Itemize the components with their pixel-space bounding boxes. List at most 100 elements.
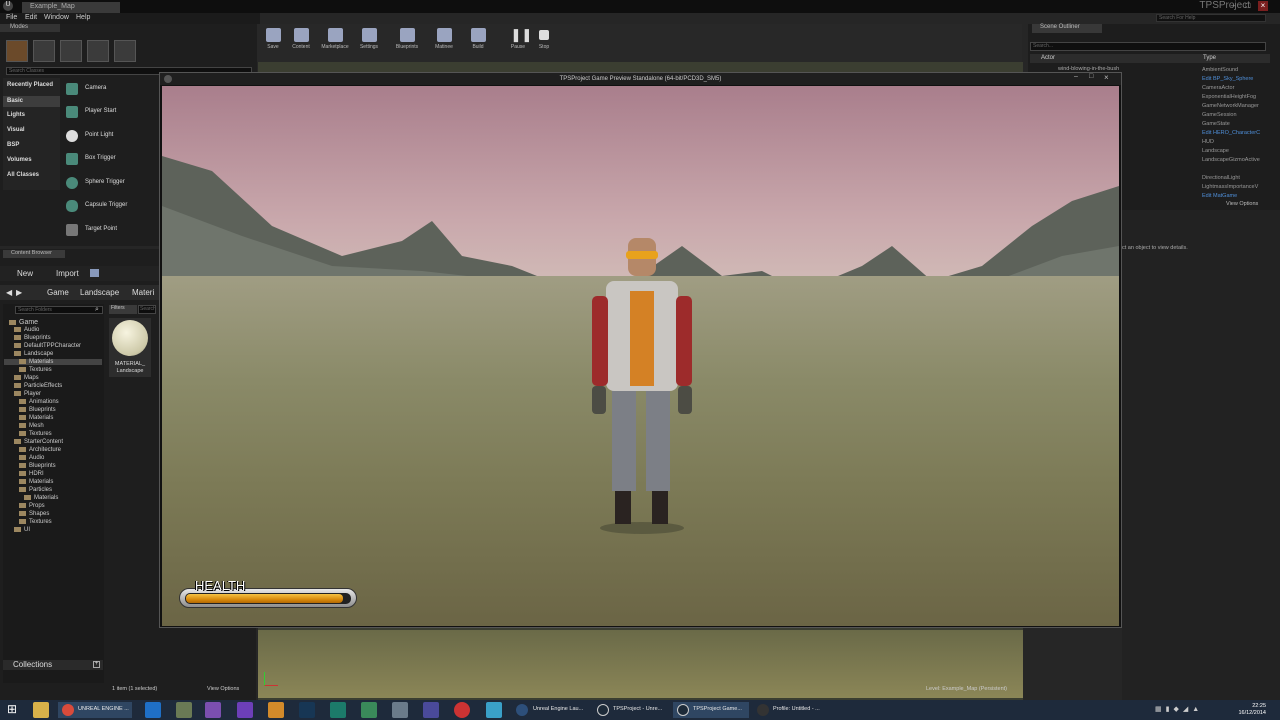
- place-player-start[interactable]: Player Start: [66, 104, 158, 122]
- category-recently-placed[interactable]: Recently Placed: [7, 82, 53, 88]
- category-lights[interactable]: Lights: [7, 112, 25, 118]
- marketplace-button[interactable]: Marketplace: [318, 28, 352, 60]
- category-bsp[interactable]: BSP: [7, 142, 19, 148]
- import-button[interactable]: Import: [56, 269, 79, 278]
- app-icon[interactable]: [176, 702, 192, 718]
- outliner-search-input[interactable]: Search...: [1030, 42, 1266, 51]
- file-explorer-icon[interactable]: [33, 702, 49, 718]
- folder-item[interactable]: Props: [19, 503, 45, 509]
- settings-button[interactable]: Settings: [354, 28, 384, 60]
- visual-studio-icon[interactable]: [237, 702, 253, 718]
- folder-item[interactable]: Materials: [24, 495, 58, 501]
- folder-item[interactable]: UI: [14, 527, 30, 533]
- start-icon[interactable]: ⊞: [4, 702, 20, 718]
- actor-column[interactable]: Actor: [1041, 55, 1055, 61]
- app-icon[interactable]: [454, 702, 470, 718]
- back-icon[interactable]: ◀: [6, 288, 12, 297]
- app-icon[interactable]: [361, 702, 377, 718]
- folder-item[interactable]: StarterContent: [14, 439, 63, 445]
- outliner-view-options[interactable]: View Options: [1226, 201, 1258, 207]
- app-icon[interactable]: [330, 702, 346, 718]
- geometry-mode-icon[interactable]: [114, 40, 136, 62]
- landscape-mode-icon[interactable]: [60, 40, 82, 62]
- category-volumes[interactable]: Volumes: [7, 157, 32, 163]
- asset-search-input[interactable]: Search: [138, 305, 156, 314]
- folder-item[interactable]: Blueprints: [14, 335, 51, 341]
- folder-item[interactable]: Player: [14, 391, 41, 397]
- photoshop-icon[interactable]: [299, 702, 315, 718]
- visual-studio-icon[interactable]: [205, 702, 221, 718]
- menu-edit[interactable]: Edit: [25, 14, 37, 21]
- content-button[interactable]: Content: [286, 28, 316, 60]
- folder-item[interactable]: Materials: [19, 415, 53, 421]
- crumb-game[interactable]: Game: [47, 288, 69, 297]
- game-minimize-icon[interactable]: –: [1074, 73, 1078, 80]
- system-tray-icons[interactable]: ▦▮◆◢▲: [1155, 705, 1215, 715]
- menu-help[interactable]: Help: [76, 14, 90, 21]
- folder-item[interactable]: Mesh: [19, 423, 44, 429]
- minimize-icon[interactable]: –: [1228, 1, 1238, 11]
- app-icon[interactable]: [423, 702, 439, 718]
- place-camera[interactable]: Camera: [66, 81, 158, 99]
- maximize-icon[interactable]: □: [1243, 1, 1253, 11]
- folder-item[interactable]: Animations: [19, 399, 59, 405]
- type-column[interactable]: Type: [1203, 55, 1216, 61]
- folder-item[interactable]: Architecture: [19, 447, 61, 453]
- paint-icon[interactable]: [268, 702, 284, 718]
- menu-file[interactable]: File: [6, 14, 17, 21]
- place-sphere-trigger[interactable]: Sphere Trigger: [66, 175, 158, 193]
- new-button[interactable]: New: [17, 269, 33, 278]
- save-all-icon[interactable]: [90, 269, 99, 277]
- cb-view-options[interactable]: View Options: [207, 686, 239, 692]
- document-tab[interactable]: Example_Map: [22, 2, 120, 13]
- hero-character[interactable]: [582, 236, 702, 536]
- folder-item[interactable]: ParticleEffects: [14, 383, 62, 389]
- place-point-light[interactable]: Point Light: [66, 128, 158, 146]
- folder-item[interactable]: Particles: [19, 487, 52, 493]
- collections-header[interactable]: Collections: [3, 660, 103, 670]
- modes-tab[interactable]: Modes: [0, 24, 60, 32]
- game-preview-window[interactable]: TPSProject Game Preview Standalone (64-b…: [159, 72, 1122, 628]
- folder-item[interactable]: Audio: [14, 327, 39, 333]
- clock[interactable]: 22:25 16/12/2014: [1238, 703, 1266, 717]
- folder-item[interactable]: Maps: [14, 375, 39, 381]
- search-icon[interactable]: ⌕: [95, 306, 99, 314]
- help-search-input[interactable]: Search For Help: [1156, 14, 1266, 22]
- build-button[interactable]: Build: [463, 28, 493, 60]
- crumb-landscape[interactable]: Landscape: [80, 288, 119, 297]
- material-thumbnail[interactable]: [112, 320, 148, 356]
- folder-search-input[interactable]: Search Folders: [15, 306, 103, 314]
- save-button[interactable]: Save: [258, 28, 288, 60]
- game-close-icon[interactable]: ×: [1104, 73, 1109, 82]
- outliner-type-link[interactable]: Edit MatGame: [1202, 193, 1268, 199]
- game-scene[interactable]: HEALTH: [162, 86, 1119, 626]
- menu-window[interactable]: Window: [44, 14, 69, 21]
- folder-item[interactable]: Textures: [19, 519, 52, 525]
- folder-item[interactable]: Landscape: [14, 351, 53, 357]
- outliner-type-link[interactable]: Edit BP_Sky_Sphere: [1202, 76, 1268, 82]
- game-maximize-icon[interactable]: □: [1089, 73, 1093, 80]
- folder-item[interactable]: HDRI: [19, 471, 44, 477]
- category-all-classes[interactable]: All Classes: [7, 172, 39, 178]
- add-collection-icon[interactable]: +: [93, 661, 100, 668]
- content-browser-tab[interactable]: Content Browser: [3, 250, 65, 258]
- folder-item[interactable]: Blueprints: [19, 407, 56, 413]
- place-target-point[interactable]: Target Point: [66, 222, 158, 240]
- outliner-type-link[interactable]: Edit HERO_CharacterC: [1202, 130, 1268, 136]
- paint-mode-icon[interactable]: [33, 40, 55, 62]
- folder-item[interactable]: Shapes: [19, 511, 49, 517]
- foliage-mode-icon[interactable]: [87, 40, 109, 62]
- place-mode-icon[interactable]: [6, 40, 28, 62]
- crumb-materials[interactable]: Materi: [132, 288, 154, 297]
- category-visual[interactable]: Visual: [7, 127, 25, 133]
- folder-item-selected[interactable]: Materials: [4, 359, 102, 366]
- app-icon[interactable]: [392, 702, 408, 718]
- folder-item[interactable]: DefaultTPPCharacter: [14, 343, 81, 349]
- folder-item[interactable]: Blueprints: [19, 463, 56, 469]
- folder-item[interactable]: Textures: [19, 367, 52, 373]
- scene-outliner-tab[interactable]: Scene Outliner: [1032, 24, 1102, 33]
- folder-item[interactable]: Game: [9, 319, 38, 326]
- place-capsule-trigger[interactable]: Capsule Trigger: [66, 198, 158, 216]
- matinee-button[interactable]: Matinee: [429, 28, 459, 60]
- folder-item[interactable]: Audio: [19, 455, 44, 461]
